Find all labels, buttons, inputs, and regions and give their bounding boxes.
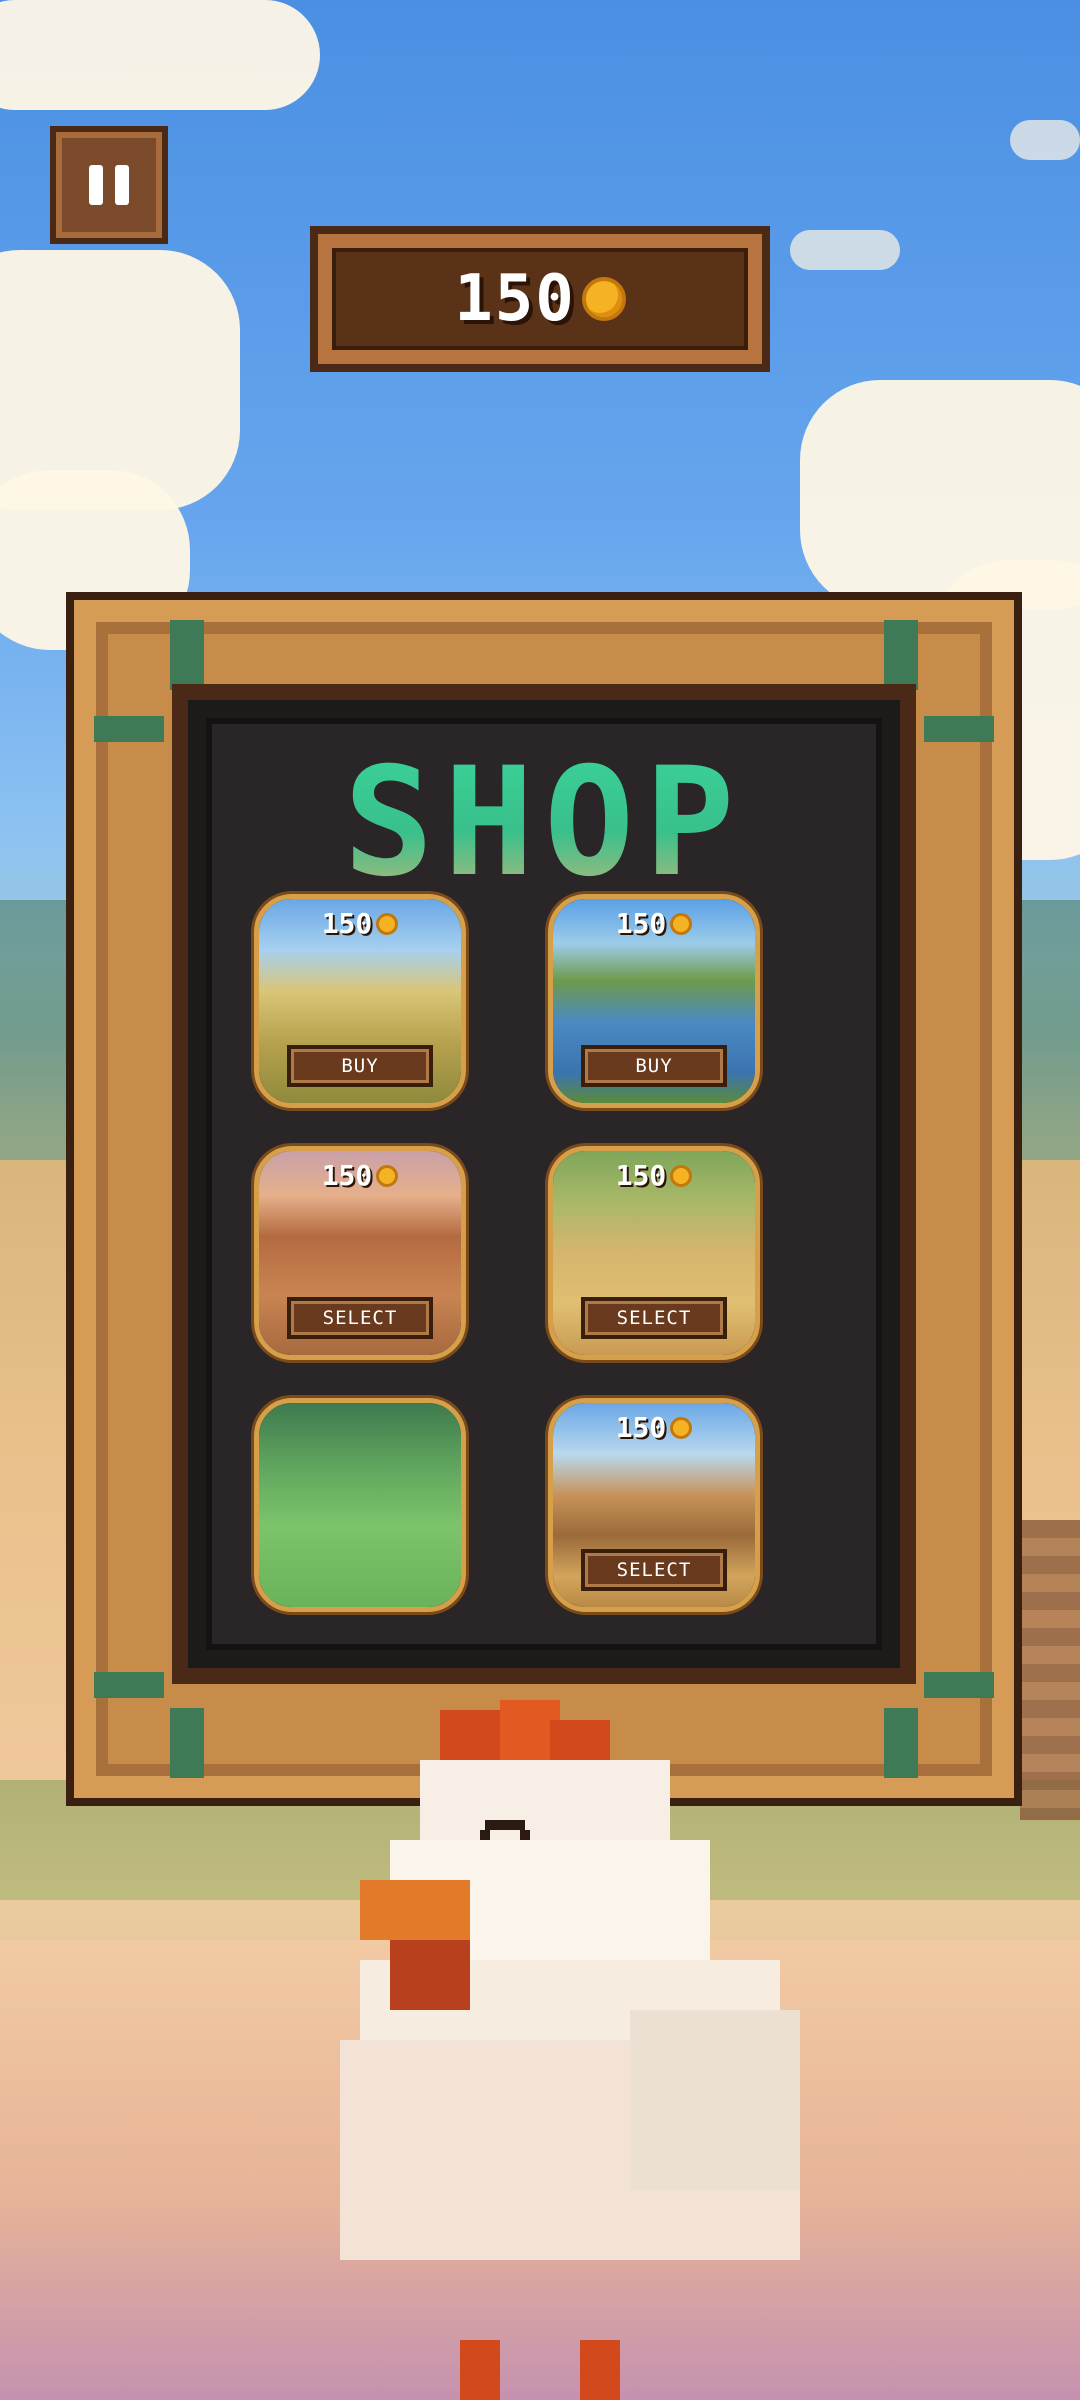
item-price: 150 xyxy=(259,907,461,940)
corner-strap xyxy=(924,716,994,742)
select-button[interactable]: SELECT xyxy=(287,1297,433,1339)
coin-icon xyxy=(581,277,626,321)
corner-strap xyxy=(884,1708,918,1778)
shop-item-wishing-well[interactable]: 150 SELECT xyxy=(548,1398,760,1612)
corner-strap xyxy=(170,620,204,690)
coin-icon xyxy=(670,912,693,935)
item-price: 150 xyxy=(553,1159,755,1192)
fence xyxy=(1020,1520,1080,1820)
shop-title: SHOP xyxy=(212,736,876,910)
shop-inner: SHOP 150 BUY 150 BUY 150 SELECT 150 SELE… xyxy=(172,684,916,1684)
cloud xyxy=(1010,120,1080,160)
item-price: 150 xyxy=(259,1159,461,1192)
corner-strap xyxy=(884,620,918,690)
corner-strap xyxy=(94,1672,164,1698)
shop-item-meadow-path[interactable]: 150 BUY xyxy=(254,894,466,1108)
item-price: 150 xyxy=(553,907,755,940)
price-value: 150 xyxy=(615,1411,667,1444)
pause-icon xyxy=(89,165,129,205)
pause-button[interactable] xyxy=(50,126,168,244)
shop-grid: 150 BUY 150 BUY 150 SELECT 150 SELECT 15… xyxy=(254,894,762,1614)
price-value: 150 xyxy=(615,1159,667,1192)
corner-strap xyxy=(924,1672,994,1698)
price-value: 150 xyxy=(321,1159,373,1192)
price-value: 150 xyxy=(321,907,373,940)
grassy-field-scene xyxy=(259,1403,461,1607)
price-value: 150 xyxy=(615,907,667,940)
coin-counter: 150 xyxy=(310,226,770,372)
shop-item-grassy-field[interactable] xyxy=(254,1398,466,1612)
cloud xyxy=(0,0,320,110)
shop-item-campfire-clearing[interactable]: 150 SELECT xyxy=(254,1146,466,1360)
shop-item-fenced-yard[interactable]: 150 SELECT xyxy=(548,1146,760,1360)
chicken-character xyxy=(340,1700,800,2400)
buy-button[interactable]: BUY xyxy=(581,1045,727,1087)
cloud xyxy=(790,230,900,270)
select-button[interactable]: SELECT xyxy=(581,1297,727,1339)
coin-icon xyxy=(670,1164,693,1187)
coin-icon xyxy=(376,1164,399,1187)
coin-count: 150 xyxy=(454,262,576,336)
select-button[interactable]: SELECT xyxy=(581,1549,727,1591)
item-price: 150 xyxy=(553,1411,755,1444)
shop-item-pond-dock[interactable]: 150 BUY xyxy=(548,894,760,1108)
coin-icon xyxy=(670,1416,693,1439)
corner-strap xyxy=(94,716,164,742)
corner-strap xyxy=(170,1708,204,1778)
buy-button[interactable]: BUY xyxy=(287,1045,433,1087)
coin-icon xyxy=(376,912,399,935)
shop-panel: SHOP 150 BUY 150 BUY 150 SELECT 150 SELE… xyxy=(66,592,1022,1806)
shop-board: SHOP 150 BUY 150 BUY 150 SELECT 150 SELE… xyxy=(206,718,882,1650)
